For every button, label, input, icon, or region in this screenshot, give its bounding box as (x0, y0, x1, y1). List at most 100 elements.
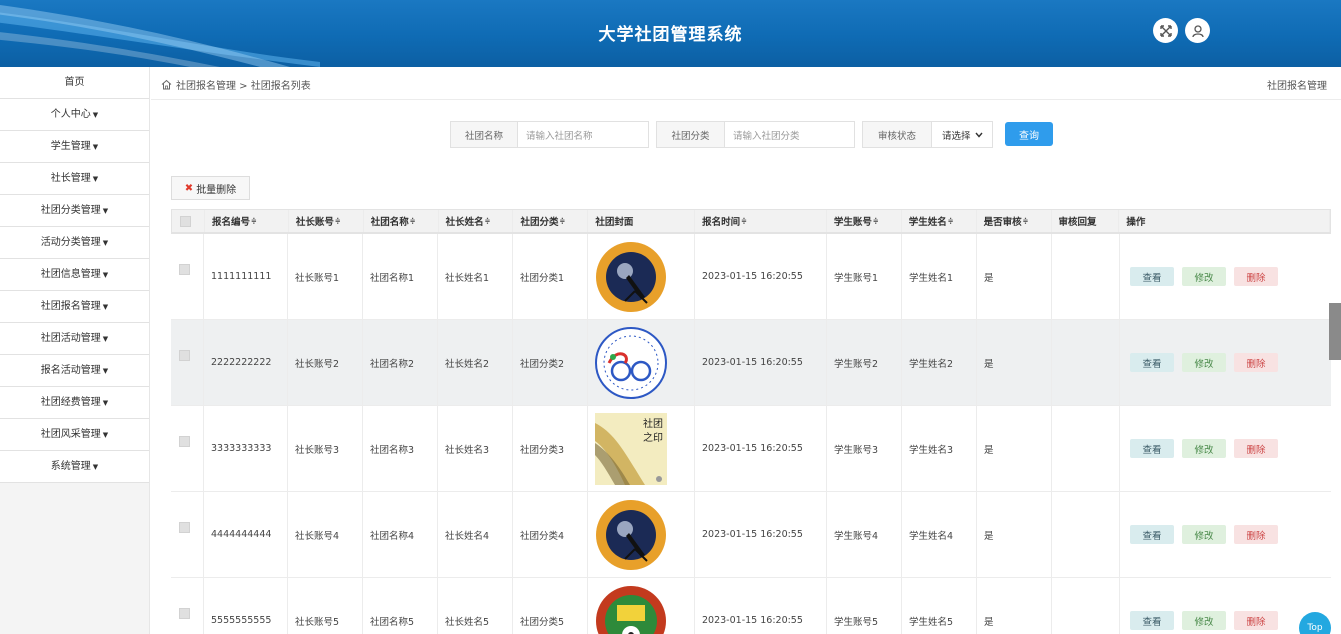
cell-value: 社团分类3 (520, 444, 565, 456)
sidebar-item-3[interactable]: 社长管理 ▼ (0, 163, 149, 195)
column-header-label: 学生账号 (833, 217, 872, 228)
cell-value: 学生账号3 (834, 444, 879, 456)
sidebar-item-7[interactable]: 社团报名管理 ▼ (0, 291, 149, 323)
column-header[interactable]: 社长账号 ≑ (289, 210, 364, 232)
column-header[interactable]: 社长姓名 ≑ (439, 210, 514, 232)
bulk-delete-button[interactable]: ✖ 批量删除 (171, 176, 250, 200)
caret-down-icon: ▼ (92, 175, 99, 183)
sidebar-item-10[interactable]: 社团经费管理 ▼ (0, 387, 149, 419)
cell-value: 1111111111 (211, 271, 272, 282)
caret-down-icon: ▼ (102, 239, 109, 247)
column-header[interactable]: 是否审核 ≑ (977, 210, 1052, 232)
table-cell: 学生姓名5 (902, 578, 977, 634)
edit-button[interactable]: 修改 (1182, 353, 1226, 372)
sort-icon: ≑ (484, 217, 491, 225)
delete-button[interactable]: 删除 (1234, 353, 1278, 372)
sidebar-item-label: 社团信息管理 (40, 269, 101, 280)
cell-value: 社长账号3 (295, 444, 340, 456)
sort-icon: ≑ (409, 217, 416, 225)
row-checkbox[interactable] (171, 492, 204, 577)
cell-value: 是 (984, 358, 994, 370)
view-button[interactable]: 查看 (1130, 439, 1174, 458)
column-header[interactable]: 社团封面 (588, 210, 696, 232)
column-header[interactable]: 操作 (1119, 210, 1331, 232)
table-cell: 学生姓名4 (902, 492, 977, 577)
sidebar-item-4[interactable]: 社团分类管理 ▼ (0, 195, 149, 227)
fullscreen-button[interactable] (1153, 18, 1178, 43)
column-header[interactable]: 社团名称 ≑ (364, 210, 439, 232)
table-cell: 学生账号3 (827, 406, 902, 491)
sidebar-item-5[interactable]: 活动分类管理 ▼ (0, 227, 149, 259)
sidebar-item-9[interactable]: 报名活动管理 ▼ (0, 355, 149, 387)
table-cell (1052, 492, 1120, 577)
row-checkbox[interactable] (171, 320, 204, 405)
cell-value: 社长姓名4 (445, 530, 490, 542)
sort-icon: ≑ (334, 217, 341, 225)
table-cell (1052, 320, 1120, 405)
table-cell: 社团名称3 (363, 406, 438, 491)
home-icon[interactable] (161, 79, 172, 90)
table-cell: 是 (977, 234, 1052, 319)
club-category-label: 社团分类 (657, 122, 725, 147)
row-checkbox[interactable] (171, 234, 204, 319)
caret-down-icon: ▼ (92, 111, 99, 119)
edit-button[interactable]: 修改 (1182, 611, 1226, 630)
cell-value: 学生账号1 (834, 272, 879, 284)
table-cell: 社长姓名4 (438, 492, 513, 577)
table-cell (1052, 234, 1120, 319)
query-button[interactable]: 查询 (1005, 122, 1053, 146)
delete-button[interactable]: 删除 (1234, 267, 1278, 286)
column-header[interactable]: 学生姓名 ≑ (902, 210, 977, 232)
edit-button[interactable]: 修改 (1182, 439, 1226, 458)
table-cell: 2023-01-15 16:20:55 (695, 492, 827, 577)
user-button[interactable] (1185, 18, 1210, 43)
audit-status-label: 审核状态 (863, 122, 932, 147)
column-header[interactable]: 社团分类 ≑ (513, 210, 589, 232)
sidebar-item-1[interactable]: 个人中心 ▼ (0, 99, 149, 131)
edit-button[interactable]: 修改 (1182, 525, 1226, 544)
cell-value: 是 (984, 530, 994, 542)
sidebar-item-label: 个人中心 (50, 109, 91, 120)
sidebar-item-6[interactable]: 社团信息管理 ▼ (0, 259, 149, 291)
view-button[interactable]: 查看 (1130, 525, 1174, 544)
sidebar-item-0[interactable]: 首页 (0, 67, 149, 99)
column-header-label: 审核回复 (1058, 217, 1097, 228)
sidebar-item-12[interactable]: 系统管理 ▼ (0, 451, 149, 483)
column-header[interactable]: 报名编号 ≑ (205, 210, 289, 232)
column-header[interactable]: 审核回复 (1052, 210, 1120, 232)
cell-value: 5555555555 (211, 615, 272, 626)
actions-cell: 查看 修改 删除 (1120, 320, 1331, 405)
cell-value: 社长姓名2 (445, 358, 490, 370)
row-checkbox[interactable] (171, 578, 204, 634)
breadcrumb: 社团报名管理 > 社团报名列表 (161, 77, 311, 92)
table-cell: 社团名称4 (363, 492, 438, 577)
audit-status-select[interactable]: 请选择 (932, 122, 992, 147)
row-checkbox[interactable] (171, 406, 204, 491)
table-cell: 学生姓名1 (902, 234, 977, 319)
sidebar-item-label: 社团经费管理 (40, 397, 101, 408)
scrollbar-thumb[interactable] (1329, 303, 1341, 360)
cell-value: 社团分类4 (520, 530, 565, 542)
select-all-checkbox[interactable] (172, 210, 205, 232)
table-cell: 社长账号3 (288, 406, 363, 491)
edit-button[interactable]: 修改 (1182, 267, 1226, 286)
football-club-logo (596, 585, 666, 634)
cell-value: 社长账号4 (295, 530, 340, 542)
sidebar-item-2[interactable]: 学生管理 ▼ (0, 131, 149, 163)
view-button[interactable]: 查看 (1130, 353, 1174, 372)
cell-value: 是 (984, 272, 994, 284)
delete-button[interactable]: 删除 (1234, 611, 1278, 630)
table-cell: 学生姓名2 (902, 320, 977, 405)
club-category-input[interactable]: 请输入社团分类 (725, 122, 854, 147)
column-header[interactable]: 报名时间 ≑ (695, 210, 827, 232)
column-header-label: 社团分类 (520, 217, 559, 228)
sidebar-item-11[interactable]: 社团风采管理 ▼ (0, 419, 149, 451)
view-button[interactable]: 查看 (1130, 267, 1174, 286)
column-header[interactable]: 学生账号 ≑ (827, 210, 902, 232)
delete-button[interactable]: 删除 (1234, 525, 1278, 544)
view-button[interactable]: 查看 (1130, 611, 1174, 630)
column-header-label: 是否审核 (983, 217, 1022, 228)
delete-button[interactable]: 删除 (1234, 439, 1278, 458)
sidebar-item-8[interactable]: 社团活动管理 ▼ (0, 323, 149, 355)
club-name-input[interactable]: 请输入社团名称 (518, 122, 648, 147)
